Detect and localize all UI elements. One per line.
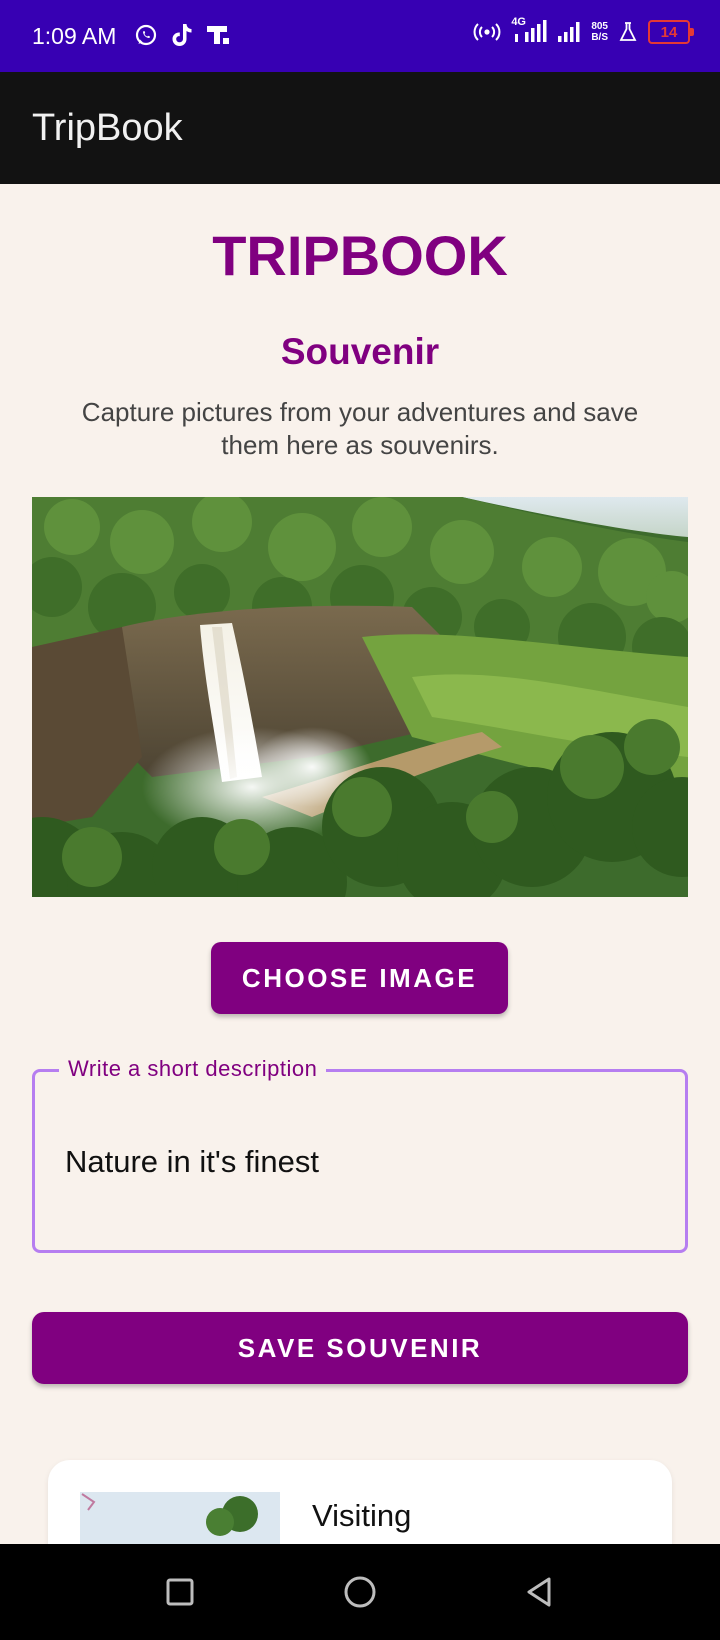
souvenir-preview-image bbox=[32, 497, 688, 897]
save-souvenir-button[interactable]: SAVE SOUVENIR bbox=[32, 1312, 688, 1384]
main-content[interactable]: TRIPBOOK Souvenir Capture pictures from … bbox=[0, 184, 720, 1544]
battery-icon: 14 bbox=[648, 20, 694, 44]
souvenir-card[interactable]: Visiting bbox=[48, 1460, 672, 1544]
status-left-icons bbox=[134, 22, 232, 48]
net-speed: 805 B/S bbox=[591, 21, 608, 43]
status-right-icons: 4G 805 B/S 14 bbox=[473, 16, 694, 44]
navigation-bar bbox=[0, 1544, 720, 1640]
net-speed-value: 805 bbox=[591, 21, 608, 32]
tiktok-icon bbox=[170, 22, 194, 48]
t-app-icon bbox=[206, 23, 232, 47]
status-time: 1:09 AM bbox=[32, 23, 117, 49]
app-title: TripBook bbox=[32, 107, 183, 149]
page-headline: TRIPBOOK bbox=[212, 224, 508, 287]
status-bar: 1:09 AM 4G 805 B/S 14 bbox=[0, 0, 720, 72]
souvenir-card-title: Visiting bbox=[312, 1498, 412, 1533]
back-icon[interactable] bbox=[516, 1568, 564, 1616]
intro-text: Capture pictures from your adventures an… bbox=[81, 397, 639, 460]
hotspot-icon bbox=[473, 20, 501, 44]
net-speed-unit: B/S bbox=[591, 32, 608, 43]
app-bar: TripBook bbox=[0, 72, 720, 184]
section-title: Souvenir bbox=[280, 331, 440, 372]
recent-apps-icon[interactable] bbox=[156, 1568, 204, 1616]
whatsapp-icon bbox=[134, 23, 158, 47]
choose-image-button[interactable]: CHOOSE IMAGE bbox=[211, 942, 508, 1014]
description-input[interactable]: Nature in it's finest bbox=[65, 1142, 319, 1182]
signal-icon bbox=[557, 20, 581, 44]
souvenir-card-image bbox=[80, 1492, 280, 1544]
home-icon[interactable] bbox=[336, 1568, 384, 1616]
signal-icon: 4G bbox=[511, 16, 547, 44]
network-type: 4G bbox=[511, 16, 526, 28]
battery-level: 14 bbox=[660, 23, 678, 41]
description-field-label: Write a short description bbox=[59, 1053, 327, 1085]
description-field[interactable]: Write a short description Nature in it's… bbox=[32, 1053, 688, 1253]
lab-icon bbox=[618, 21, 638, 43]
